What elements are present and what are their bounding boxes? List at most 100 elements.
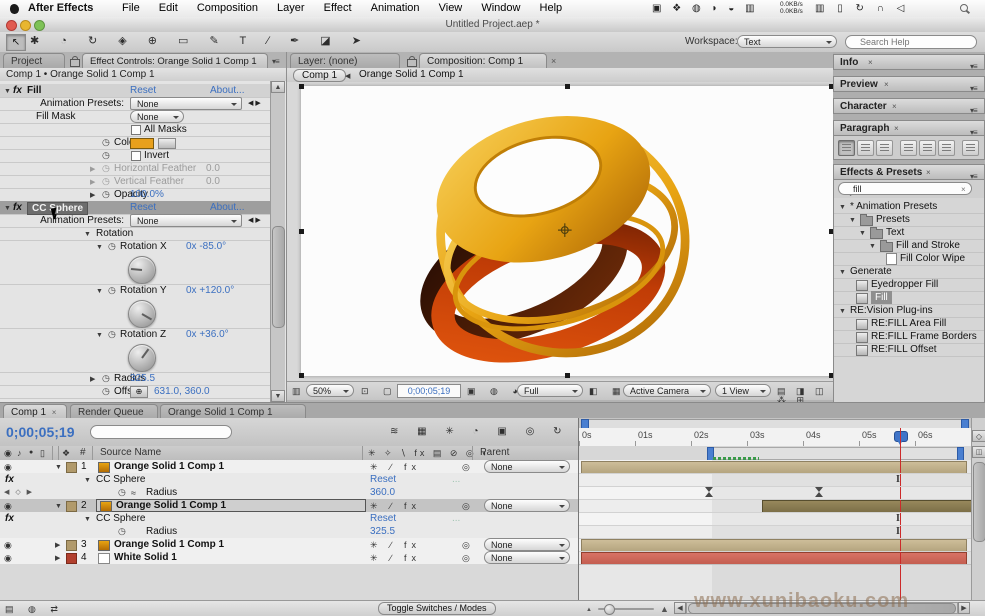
parent-dropdown[interactable]: None: [484, 551, 570, 564]
layer-switches-icons[interactable]: ✳ ∕ fx: [370, 541, 421, 550]
camera-dropdown[interactable]: Active Camera: [623, 384, 711, 397]
tree-item-refill-offset[interactable]: RE:FILL Offset: [834, 343, 984, 357]
close-tab-icon[interactable]: ×: [52, 408, 57, 417]
eyedropper-button[interactable]: [158, 138, 176, 149]
clear-search-icon[interactable]: ×: [961, 186, 966, 194]
lock-icon[interactable]: [407, 59, 417, 67]
rotation-z-dial[interactable]: [128, 344, 156, 372]
twirl-icon[interactable]: ▼: [84, 231, 91, 238]
viewer-timecode[interactable]: 0;00;05;19: [397, 384, 461, 398]
tab-comp1[interactable]: Comp 1 ×: [3, 404, 67, 419]
twirl-icon[interactable]: ▼: [55, 464, 62, 471]
label-color-chip[interactable]: [66, 540, 77, 551]
menu-window[interactable]: Window: [481, 0, 520, 17]
rotation-y-value[interactable]: 0x +120.0°: [186, 284, 234, 297]
parent-dropdown[interactable]: None: [484, 460, 570, 473]
playhead-line[interactable]: [900, 428, 901, 600]
parent-dropdown[interactable]: None: [484, 499, 570, 512]
menubar-status-icons[interactable]: ▣ ❖ ◍ ◗ ◒ ▥: [652, 4, 759, 14]
twirl-icon[interactable]: ▶: [90, 192, 95, 199]
video-column-icon[interactable]: ◉: [4, 449, 12, 458]
effect-header-fill[interactable]: ▼ fx Fill Reset About...: [0, 84, 270, 98]
twirl-icon[interactable]: ▶: [90, 179, 95, 186]
align-center-button[interactable]: [857, 140, 874, 156]
selection-handle[interactable]: [299, 373, 304, 378]
parent-pickwhip-icon[interactable]: ◎: [462, 463, 470, 472]
tree-item-eyedropper-fill[interactable]: Eyedropper Fill: [834, 278, 984, 292]
time-navigator[interactable]: [579, 418, 972, 428]
rotation-x-dial[interactable]: [128, 256, 156, 284]
effects-presets-search-input[interactable]: [838, 182, 972, 195]
tool-icons[interactable]: ✱ ◔ ↻ ◈ ⊕ ▭ ✎ T ∕ ✒ ◪ ➤: [30, 34, 370, 49]
tab-effect-controls[interactable]: Effect Controls: Orange Solid 1 Comp 1: [82, 53, 268, 68]
rotation-z-value[interactable]: 0x +36.0°: [186, 328, 229, 341]
safe-zones-roi-icons[interactable]: ⊡ ▢: [361, 387, 398, 396]
resolution-dropdown[interactable]: Full: [517, 384, 583, 397]
reset-link[interactable]: Reset: [130, 84, 156, 97]
keyframe-navigator[interactable]: ◀ ◇ ▶: [4, 489, 34, 496]
effect-controls-scrollbar[interactable]: ▲ ▼: [270, 81, 285, 402]
scroll-up-button[interactable]: ▲: [271, 81, 285, 93]
label-color-chip[interactable]: [66, 462, 77, 473]
stopwatch-icon[interactable]: ◷: [118, 527, 126, 536]
justify-last-left-button[interactable]: [900, 140, 917, 156]
selection-handle[interactable]: [299, 84, 304, 89]
close-panel-icon[interactable]: ×: [926, 169, 931, 177]
animation-presets-dropdown[interactable]: None: [130, 214, 242, 227]
eye-icon[interactable]: ◉: [4, 554, 12, 563]
twirl-icon[interactable]: ▼: [96, 244, 103, 251]
menu-effect[interactable]: Effect: [324, 0, 352, 17]
eye-icon[interactable]: ◉: [4, 502, 12, 511]
solo-column-icon[interactable]: ●: [29, 449, 33, 456]
effect-header-cc-sphere[interactable]: ▼ fx CC Sphere Reset About...: [0, 201, 270, 215]
snapshot-channels-icons[interactable]: ▣ ◍ ◕: [467, 387, 524, 396]
rotation-group-row[interactable]: ▼ Rotation: [0, 227, 270, 241]
twirl-icon[interactable]: ▼: [55, 503, 62, 510]
scroll-down-button[interactable]: ▼: [271, 390, 285, 402]
prop-row-radius-2[interactable]: ◷ Radius 325.5: [0, 525, 578, 539]
tab-orange-solid-comp[interactable]: Orange Solid 1 Comp 1: [160, 404, 306, 419]
timeline-mode-icons[interactable]: ≋ ▦ ✳ ◔ ▣ ◎ ↻: [390, 427, 569, 437]
layer-row-2-selected[interactable]: ◉ ▼ 2 Orange Solid 1 Comp 1 ✳ ∕ fx ◎ Non…: [0, 499, 578, 513]
rotation-y-dial[interactable]: [128, 300, 156, 328]
spotlight-icon[interactable]: [960, 4, 968, 12]
label-color-chip[interactable]: [66, 501, 77, 512]
about-link[interactable]: About...: [210, 84, 244, 97]
workspace-dropdown[interactable]: Text: [737, 35, 837, 48]
eye-icon[interactable]: ◉: [4, 463, 12, 472]
animation-presets-dropdown[interactable]: None: [130, 97, 242, 110]
menu-app-name[interactable]: After Effects: [28, 0, 93, 17]
label-color-chip[interactable]: [66, 553, 77, 564]
twirl-icon[interactable]: ▼: [84, 477, 91, 484]
mini-flowchart-icon[interactable]: ▥: [292, 387, 301, 396]
effect-row-cc-sphere-2[interactable]: fx ▼ CC Sphere Reset ...: [0, 512, 578, 526]
tab-composition[interactable]: Composition: Comp 1: [419, 53, 547, 68]
twirl-icon[interactable]: ▶: [90, 376, 95, 383]
menu-file[interactable]: File: [122, 0, 140, 17]
layer-name[interactable]: White Solid 1: [114, 551, 177, 564]
layer-row-3[interactable]: ◉ ▶ 3 Orange Solid 1 Comp 1 ✳ ∕ fx ◎ Non…: [0, 538, 578, 552]
time-ruler[interactable]: 0s 01s 02s 03s 04s 05s 06s: [579, 428, 972, 447]
stopwatch-icon[interactable]: ◷: [118, 488, 126, 497]
color-swatch[interactable]: [130, 138, 154, 149]
effect-controls-breadcrumb[interactable]: Comp 1 • Orange Solid 1 Comp 1: [6, 69, 155, 80]
fill-mask-dropdown[interactable]: None: [130, 110, 184, 123]
panel-menu-icon[interactable]: ▾≡: [970, 103, 977, 118]
comp-button[interactable]: ◫: [972, 446, 985, 458]
zoom-slider-thumb[interactable]: [604, 604, 615, 615]
property-name[interactable]: Radius: [146, 486, 177, 499]
view-layout-dropdown[interactable]: 1 View: [715, 384, 771, 397]
close-panel-icon[interactable]: ×: [868, 59, 873, 67]
layer-name[interactable]: Orange Solid 1 Comp 1: [114, 460, 224, 473]
close-panel-icon[interactable]: ×: [894, 125, 899, 133]
prop-row-radius-1[interactable]: ◀ ◇ ▶ ◷ ≈ Radius 360.0: [0, 486, 578, 500]
zoom-out-icon[interactable]: ▲: [586, 607, 592, 613]
reset-link[interactable]: Reset: [370, 512, 396, 525]
twirl-icon[interactable]: ▼: [96, 288, 103, 295]
paragraph-panel-header[interactable]: Paragraph × ▾≡: [833, 120, 985, 136]
layer-name[interactable]: Orange Solid 1 Comp 1: [114, 538, 224, 551]
timeline-timecode[interactable]: 0;00;05;19: [6, 424, 75, 440]
stopwatch-icon[interactable]: ◷: [108, 242, 116, 251]
tab-project[interactable]: Project: [3, 53, 65, 68]
audio-column-icon[interactable]: ♪: [17, 449, 22, 458]
